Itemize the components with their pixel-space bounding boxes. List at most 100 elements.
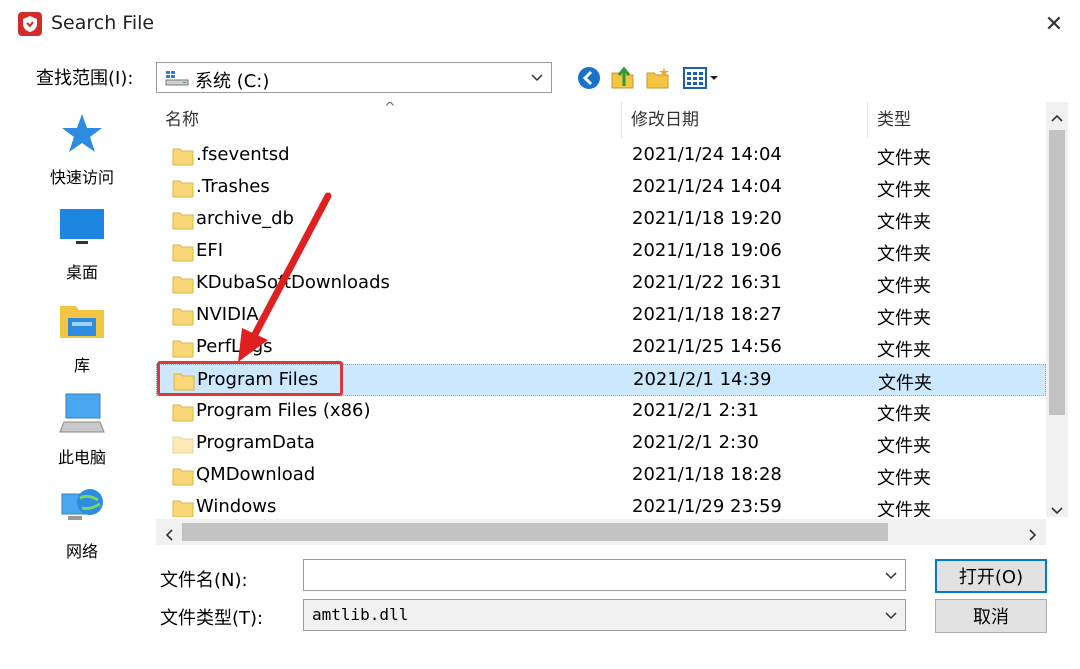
file-date: 2021/1/18 18:27: [632, 304, 782, 325]
file-type: 文件夹: [877, 404, 931, 425]
title-bar: Search File ✕: [0, 0, 1080, 50]
file-name: NVIDIA: [196, 304, 259, 325]
cancel-button[interactable]: 取消: [935, 599, 1047, 633]
column-type-header[interactable]: 类型: [868, 102, 1046, 138]
file-row[interactable]: Program Files (x86) 2021/2/1 2:31 文件夹: [156, 396, 1046, 428]
sort-ascending-icon: ^: [384, 102, 396, 116]
network-icon: [58, 484, 106, 532]
horizontal-scrollbar[interactable]: [156, 519, 1046, 545]
file-row[interactable]: EFI 2021/1/18 19:06 文件夹: [156, 236, 1046, 268]
folder-icon: [172, 242, 194, 262]
place-label: 此电脑: [57, 448, 106, 467]
drive-icon: [165, 70, 189, 90]
file-type: 文件夹: [877, 180, 931, 201]
file-name: archive_db: [196, 208, 294, 229]
folder-icon: [172, 338, 194, 358]
view-menu-icon: [683, 67, 718, 89]
file-date: 2021/1/18 19:20: [632, 208, 782, 229]
new-folder-icon: [646, 67, 669, 89]
file-date: 2021/2/1 14:39: [633, 369, 772, 390]
file-name: PerfLogs: [196, 336, 273, 357]
horizontal-scroll-thumb[interactable]: [182, 523, 888, 541]
file-row[interactable]: Program Files 2021/2/1 14:39 文件夹: [156, 364, 1046, 396]
file-name: Program Files: [197, 369, 319, 390]
close-icon: ✕: [1044, 11, 1064, 37]
folder-icon: [172, 402, 194, 422]
library-icon: [58, 298, 106, 346]
file-row[interactable]: PerfLogs 2021/1/25 14:56 文件夹: [156, 332, 1046, 364]
file-type: 文件夹: [877, 308, 931, 329]
file-type: 文件夹: [877, 500, 931, 517]
view-menu-button[interactable]: [680, 63, 724, 93]
scroll-right-icon[interactable]: [1028, 526, 1038, 545]
place-library[interactable]: 库: [22, 298, 142, 376]
desktop-icon: [58, 205, 106, 253]
place-label: 快速访问: [49, 168, 114, 187]
place-label: 库: [73, 356, 90, 375]
folder-icon: [173, 371, 195, 391]
place-network[interactable]: 网络: [22, 484, 142, 562]
lookin-dropdown[interactable]: 系统 (C:): [156, 62, 552, 93]
file-name: Program Files (x86): [196, 400, 371, 421]
up-folder-icon: [611, 66, 634, 89]
open-button[interactable]: 打开(O): [935, 559, 1047, 593]
folder-icon: [172, 146, 194, 166]
file-type: 文件夹: [877, 244, 931, 265]
file-row[interactable]: archive_db 2021/1/18 19:20 文件夹: [156, 204, 1046, 236]
file-date: 2021/1/24 14:04: [632, 176, 782, 197]
vertical-scrollbar[interactable]: [1046, 102, 1068, 517]
lookin-value: 系统 (C:): [195, 71, 270, 92]
file-row[interactable]: QMDownload 2021/1/18 18:28 文件夹: [156, 460, 1046, 492]
file-type: 文件夹: [877, 340, 931, 361]
folder-icon: [172, 498, 194, 517]
vertical-scroll-thumb[interactable]: [1049, 130, 1065, 415]
lookin-label: 查找范围(I):: [36, 68, 134, 89]
scroll-left-icon[interactable]: [164, 526, 174, 545]
filename-combo[interactable]: [303, 559, 906, 591]
chevron-down-icon[interactable]: [883, 567, 899, 587]
file-type: 文件夹: [877, 436, 931, 457]
file-date: 2021/1/18 19:06: [632, 240, 782, 261]
column-date-header[interactable]: 修改日期: [622, 102, 868, 138]
back-button[interactable]: [574, 63, 604, 93]
file-row[interactable]: .Trashes 2021/1/24 14:04 文件夹: [156, 172, 1046, 204]
place-this-pc[interactable]: 此电脑: [22, 390, 142, 468]
file-date: 2021/1/25 14:56: [632, 336, 782, 357]
file-name: KDubaSoftDownloads: [196, 272, 390, 293]
folder-icon: [172, 466, 194, 486]
file-name: QMDownload: [196, 464, 316, 485]
file-name: Windows: [196, 496, 277, 517]
file-date: 2021/1/18 18:28: [632, 464, 782, 485]
file-name: EFI: [196, 240, 224, 261]
place-desktop[interactable]: 桌面: [22, 205, 142, 283]
file-name: .Trashes: [196, 176, 270, 197]
folder-icon: [172, 178, 194, 198]
file-row[interactable]: ProgramData 2021/2/1 2:30 文件夹: [156, 428, 1046, 460]
file-row[interactable]: Windows 2021/1/29 23:59 文件夹: [156, 492, 1046, 517]
new-folder-button[interactable]: [643, 63, 673, 93]
file-date: 2021/1/22 16:31: [632, 272, 782, 293]
file-row[interactable]: NVIDIA 2021/1/18 18:27 文件夹: [156, 300, 1046, 332]
file-date: 2021/2/1 2:30: [632, 432, 759, 453]
file-date: 2021/2/1 2:31: [632, 400, 759, 421]
filename-input[interactable]: [308, 563, 872, 589]
place-label: 网络: [65, 542, 98, 561]
up-folder-button[interactable]: [608, 63, 638, 93]
scroll-up-icon[interactable]: [1051, 108, 1063, 127]
file-row[interactable]: .fseventsd 2021/1/24 14:04 文件夹: [156, 140, 1046, 172]
app-shield-icon: [18, 12, 42, 36]
star-icon: [58, 110, 106, 158]
file-row[interactable]: KDubaSoftDownloads 2021/1/22 16:31 文件夹: [156, 268, 1046, 300]
folder-icon: [172, 210, 194, 230]
scroll-down-icon[interactable]: [1051, 501, 1063, 520]
filename-label: 文件名(N):: [160, 570, 248, 591]
folder-icon: [172, 306, 194, 326]
file-list[interactable]: 名称 ^ 修改日期 类型 .fseventsd 2021/1/24 14:04 文件…: [156, 102, 1046, 517]
filetype-select[interactable]: amtlib.dll: [303, 599, 906, 631]
folder-icon: [172, 274, 194, 294]
place-label: 桌面: [65, 263, 98, 282]
close-button[interactable]: ✕: [1034, 6, 1074, 42]
file-type: 文件夹: [877, 212, 931, 233]
place-quick-access[interactable]: 快速访问: [22, 110, 142, 188]
file-name: ProgramData: [196, 432, 315, 453]
